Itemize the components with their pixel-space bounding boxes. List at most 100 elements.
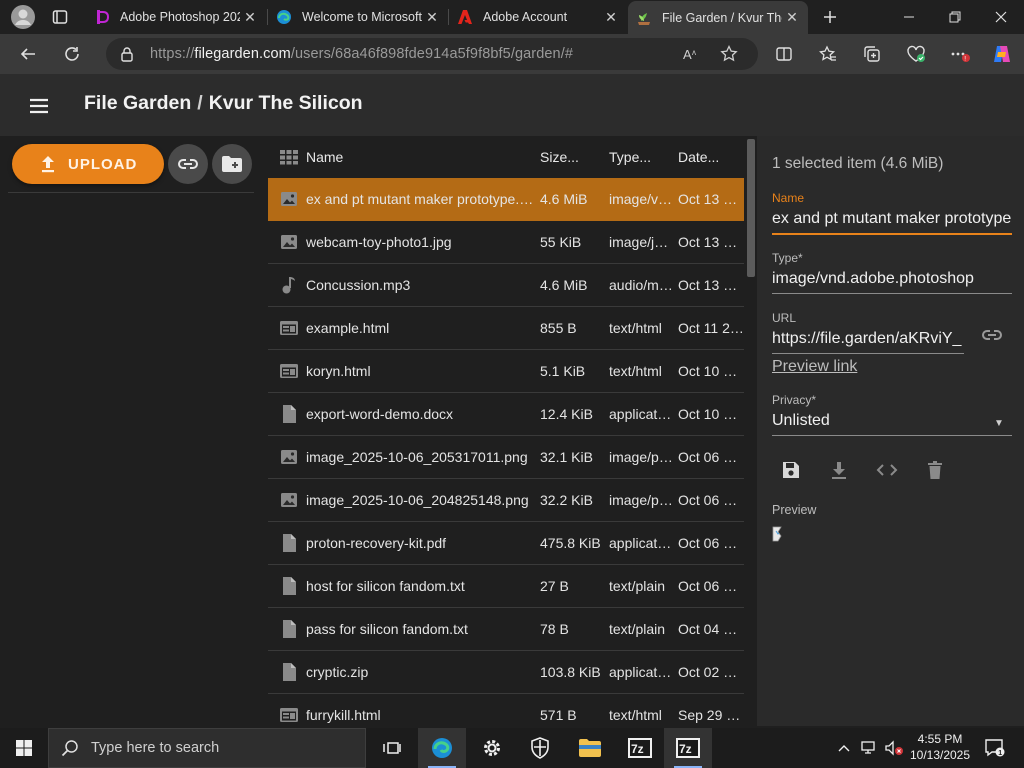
- close-tab-icon[interactable]: ✕: [240, 7, 260, 27]
- file-row[interactable]: image_2025-10-06_204825148.png 32.2 KiB im…: [268, 479, 744, 522]
- file-row[interactable]: webcam-toy-photo1.jpg 55 KiB image/jpeg Oct…: [268, 221, 744, 264]
- browser-essentials-icon[interactable]: [900, 38, 932, 70]
- file-name: proton-recovery-kit.pdf: [306, 535, 447, 551]
- column-header-size[interactable]: Size...: [540, 149, 609, 165]
- tab-actions-icon[interactable]: [46, 0, 74, 34]
- copy-url-link-icon[interactable]: [981, 329, 1003, 341]
- file-row[interactable]: proton-recovery-kit.pdf 475.8 KiB applicat…: [268, 522, 744, 565]
- file-row[interactable]: example.html 855 B text/html Oct 11 2025: [268, 307, 744, 350]
- file-row[interactable]: furrykill.html 571 B text/html Sep 29 2025: [268, 694, 744, 726]
- file-date: Oct 04 2025: [678, 621, 744, 637]
- svg-text:A: A: [683, 47, 692, 62]
- split-screen-icon[interactable]: [768, 38, 800, 70]
- file-size: 32.1 KiB: [540, 449, 593, 465]
- task-view-icon[interactable]: [368, 728, 416, 768]
- read-aloud-icon[interactable]: Aʌ: [682, 45, 700, 63]
- file-row[interactable]: Concussion.mp3 4.6 MiB audio/mpeg Oct 13 20…: [268, 264, 744, 307]
- tab-microsoft-welcome[interactable]: Welcome to Microsoft ✕: [268, 2, 448, 32]
- embed-code-icon[interactable]: [875, 458, 899, 482]
- collections-icon[interactable]: [856, 38, 888, 70]
- file-row[interactable]: koryn.html 5.1 KiB text/html Oct 10 2025: [268, 350, 744, 393]
- column-header-type[interactable]: Type...: [609, 149, 678, 165]
- 7zip-file-manager-icon[interactable]: 7z: [664, 728, 712, 768]
- file-row[interactable]: export-word-demo.docx 12.4 KiB application…: [268, 393, 744, 436]
- 7zip-icon[interactable]: 7z: [616, 728, 664, 768]
- tab-file-garden[interactable]: File Garden / Kvur The ✕: [628, 1, 808, 34]
- close-window-icon[interactable]: [978, 0, 1024, 34]
- volume-muted-icon[interactable]: [882, 728, 906, 768]
- file-row[interactable]: image_2025-10-06_205317011.png 32.1 KiB im…: [268, 436, 744, 479]
- file-date: Oct 13 2025: [678, 234, 744, 250]
- file-garden-icon: [636, 10, 652, 26]
- app-name[interactable]: File Garden: [84, 92, 191, 114]
- tray-overflow-chevron-icon[interactable]: [832, 728, 856, 768]
- copy-link-button[interactable]: [168, 144, 208, 184]
- file-date: Oct 06 2025: [678, 578, 744, 594]
- address-bar[interactable]: https://filegarden.com/users/68a46f898fd…: [106, 38, 758, 70]
- file-explorer-icon[interactable]: [566, 728, 614, 768]
- file-name: image_2025-10-06_204825148.png: [306, 492, 529, 508]
- preview-label: Preview: [772, 503, 817, 517]
- file-size: 4.6 MiB: [540, 277, 588, 293]
- edge-taskbar-icon[interactable]: [418, 728, 466, 768]
- breadcrumb-separator: /: [197, 92, 203, 114]
- upload-label: UPLOAD: [68, 155, 138, 173]
- file-type: text/plain: [609, 578, 666, 594]
- create-folder-icon: [221, 155, 243, 173]
- adobe-icon: [457, 9, 473, 25]
- download-icon[interactable]: [827, 458, 851, 482]
- more-options-icon[interactable]: !: [944, 38, 976, 70]
- security-shield-icon[interactable]: [516, 728, 564, 768]
- close-tab-icon[interactable]: ✕: [601, 7, 621, 27]
- privacy-select[interactable]: Unlisted: [772, 412, 972, 430]
- preview-link[interactable]: Preview link: [772, 358, 857, 376]
- system-clock[interactable]: 4:55 PM 10/13/2025: [908, 731, 972, 763]
- name-field-label: Name: [772, 191, 805, 205]
- file-row[interactable]: pass for silicon fandom.txt 78 B text/plai…: [268, 608, 744, 651]
- notifications-icon[interactable]: 1: [980, 728, 1010, 768]
- select-all-grid-icon[interactable]: [268, 136, 306, 178]
- url-text[interactable]: https://filegarden.com/users/68a46f898fd…: [150, 46, 573, 62]
- windows-start-icon[interactable]: [0, 728, 48, 768]
- delete-icon[interactable]: [923, 458, 947, 482]
- favorite-star-icon[interactable]: [720, 45, 738, 63]
- image-icon: [268, 178, 306, 220]
- save-icon[interactable]: [779, 458, 803, 482]
- hamburger-menu-icon[interactable]: [24, 91, 54, 121]
- taskbar-search-box[interactable]: Type here to search: [48, 728, 366, 768]
- column-header-date[interactable]: Date...: [678, 149, 744, 165]
- close-tab-icon[interactable]: ✕: [782, 8, 802, 28]
- new-tab-icon[interactable]: [816, 0, 844, 34]
- profile-avatar-icon[interactable]: [8, 0, 38, 34]
- dropdown-arrow-icon[interactable]: ▼: [994, 418, 1004, 429]
- name-field[interactable]: ex and pt mutant maker prototype.psd: [772, 210, 1012, 228]
- svg-text:1: 1: [998, 750, 1002, 757]
- close-tab-icon[interactable]: ✕: [422, 7, 442, 27]
- file-row[interactable]: cryptic.zip 103.8 KiB application/zipOct 0…: [268, 651, 744, 694]
- restore-icon[interactable]: [932, 0, 978, 34]
- minimize-icon[interactable]: [886, 0, 932, 34]
- column-header-name[interactable]: Name: [306, 149, 540, 165]
- upload-button[interactable]: UPLOAD: [12, 144, 164, 184]
- network-icon[interactable]: [858, 728, 882, 768]
- scrollbar-thumb[interactable]: [747, 139, 755, 277]
- tab-adobe-photoshop[interactable]: Adobe Photoshop 202 ✕: [86, 2, 266, 32]
- file-table: Name Size... Type... Date... ex and pt m…: [262, 136, 757, 726]
- type-field[interactable]: image/vnd.adobe.photoshop: [772, 270, 1012, 288]
- tab-adobe-account[interactable]: Adobe Account ✕: [449, 2, 627, 32]
- url-field[interactable]: https://file.garden/aKRviY_: [772, 330, 964, 348]
- file-size: 27 B: [540, 578, 569, 594]
- link-icon: [177, 158, 199, 170]
- refresh-icon[interactable]: [56, 38, 88, 70]
- settings-gear-icon[interactable]: [468, 728, 516, 768]
- privacy-field-underline: [772, 435, 1012, 436]
- copilot-icon[interactable]: [986, 38, 1018, 70]
- file-row[interactable]: ex and pt mutant maker prototype.psd 4.6 …: [268, 178, 744, 221]
- search-placeholder: Type here to search: [91, 740, 220, 756]
- lock-icon[interactable]: [120, 46, 134, 62]
- svg-text:7z: 7z: [631, 742, 644, 756]
- favorites-icon[interactable]: [812, 38, 844, 70]
- back-icon[interactable]: [12, 38, 44, 70]
- file-row[interactable]: host for silicon fandom.txt 27 B text/plai…: [268, 565, 744, 608]
- new-folder-button[interactable]: [212, 144, 252, 184]
